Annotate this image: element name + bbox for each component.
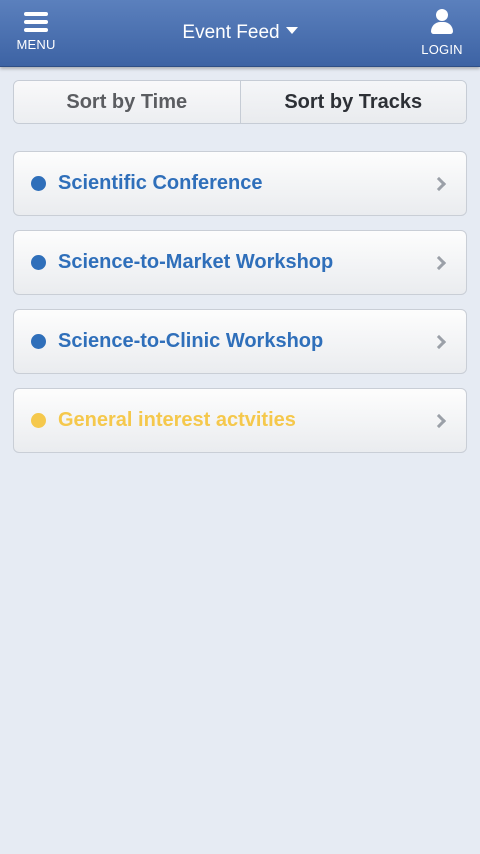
sort-by-time-tab[interactable]: Sort by Time — [14, 81, 241, 123]
track-label: General interest actvities — [58, 409, 296, 431]
page-title: Event Feed — [182, 22, 280, 43]
login-button[interactable]: LOGIN — [418, 8, 466, 60]
login-label: LOGIN — [421, 42, 463, 57]
track-label: Science-to-Market Workshop — [58, 251, 334, 273]
menu-button[interactable]: MENU — [10, 8, 62, 60]
track-label: Science-to-Clinic Workshop — [58, 330, 324, 352]
track-item-scientific-conference[interactable]: Scientific Conference — [13, 151, 467, 216]
track-color-dot — [31, 413, 46, 428]
track-color-dot — [31, 176, 46, 191]
chevron-right-icon — [431, 255, 447, 270]
track-item-science-to-clinic[interactable]: Science-to-Clinic Workshop — [13, 309, 467, 374]
chevron-right-icon — [431, 176, 447, 191]
chevron-right-icon — [431, 413, 447, 428]
track-color-dot — [31, 334, 46, 349]
sort-segmented-control: Sort by Time Sort by Tracks — [13, 80, 467, 124]
hamburger-menu-icon — [24, 12, 48, 36]
track-label: Scientific Conference — [58, 172, 263, 194]
track-item-general-interest[interactable]: General interest actvities — [13, 388, 467, 453]
event-feed-dropdown[interactable]: Event Feed — [140, 22, 340, 44]
track-item-science-to-market[interactable]: Science-to-Market Workshop — [13, 230, 467, 295]
top-navigation-bar: MENU Event Feed LOGIN — [0, 0, 480, 67]
chevron-right-icon — [431, 334, 447, 349]
menu-label: MENU — [16, 37, 56, 52]
caret-down-icon — [285, 27, 298, 34]
user-icon — [429, 8, 455, 34]
sort-by-tracks-tab[interactable]: Sort by Tracks — [240, 81, 466, 123]
track-color-dot — [31, 255, 46, 270]
